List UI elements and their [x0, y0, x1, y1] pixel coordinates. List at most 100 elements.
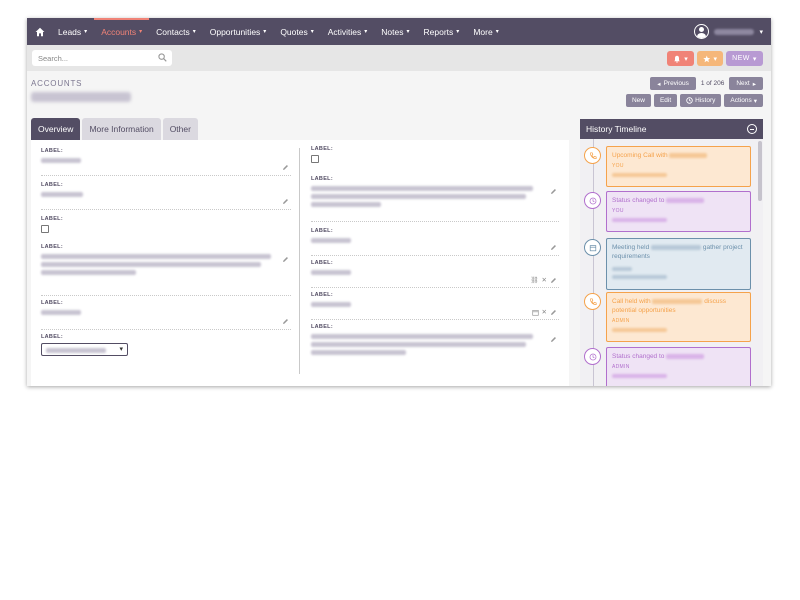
column-divider	[299, 148, 300, 374]
history-timeline: History Timeline Upcoming Call with YOU …	[580, 119, 763, 386]
previous-button[interactable]: ◂ Previous	[650, 77, 696, 90]
field-label: LABEL:	[41, 182, 63, 188]
timeline-item[interactable]: Status changed to ADMIN	[606, 347, 751, 386]
timeline-date-redacted	[612, 374, 667, 378]
clear-icon[interactable]: ✕	[542, 276, 547, 284]
field-value-redacted	[311, 350, 406, 355]
nav-item-activities[interactable]: Activities ▾	[321, 18, 375, 45]
checkbox[interactable]	[41, 225, 49, 233]
pencil-icon[interactable]	[550, 309, 557, 316]
field-row[interactable]: LABEL:	[41, 300, 291, 330]
field-row[interactable]: LABEL:	[41, 148, 291, 176]
timeline-date-redacted	[612, 328, 667, 332]
timeline-item[interactable]: Upcoming Call with YOU	[606, 146, 751, 187]
timeline-user: ADMIN	[612, 364, 630, 370]
field-value-redacted	[41, 270, 136, 275]
actions-dropdown-button[interactable]: Actions ▾	[724, 94, 763, 107]
history-button[interactable]: History	[680, 94, 722, 107]
scrollbar[interactable]	[758, 141, 762, 201]
detail-tabs: Overview More Information Other	[31, 118, 198, 140]
field-row: LABEL:	[41, 216, 291, 242]
edit-button[interactable]: Edit	[653, 94, 678, 107]
calendar-icon[interactable]	[531, 309, 539, 316]
field-row[interactable]: LABEL:	[311, 176, 559, 222]
field-row[interactable]: LABEL:	[41, 244, 291, 296]
nav-item-reports[interactable]: Reports ▾	[417, 18, 467, 45]
field-label: LABEL:	[41, 300, 63, 306]
nav-item-contacts[interactable]: Contacts ▾	[149, 18, 203, 45]
chevron-right-icon: ▸	[752, 80, 756, 88]
search-input[interactable]: Search...	[32, 50, 172, 66]
timeline-item[interactable]: Meeting held gather project requirements	[606, 238, 751, 290]
timeline-date-redacted	[612, 173, 667, 177]
user-menu[interactable]: ▾	[694, 18, 763, 45]
chevron-down-icon: ▾	[310, 29, 314, 35]
redacted-text	[652, 298, 703, 304]
nav-item-notes[interactable]: Notes ▾	[374, 18, 416, 45]
pencil-icon[interactable]	[282, 198, 289, 205]
field-value-redacted	[311, 334, 533, 339]
favorites-button[interactable]: ▾	[697, 51, 723, 66]
dropdown-select[interactable]: ▾	[41, 343, 128, 356]
tab-other[interactable]: Other	[162, 118, 198, 140]
chevron-down-icon: ▾	[713, 55, 717, 63]
notifications-button[interactable]: ▾	[667, 51, 694, 66]
nav-item-opportunities[interactable]: Opportunities ▾	[203, 18, 274, 45]
nav-item-accounts[interactable]: Accounts ▾	[94, 18, 150, 45]
nav-item-quotes[interactable]: Quotes ▾	[273, 18, 320, 45]
nav-item-more[interactable]: More ▾	[466, 18, 505, 45]
pencil-icon[interactable]	[282, 256, 289, 263]
field-row[interactable]: LABEL:	[41, 182, 291, 210]
field-value-redacted	[311, 270, 351, 275]
pencil-icon[interactable]	[550, 336, 557, 343]
create-new-button[interactable]: NEW ▾	[726, 51, 763, 66]
timeline-user: ADMIN	[612, 318, 630, 324]
field-label: LABEL:	[311, 324, 333, 330]
field-controls: ⛓ ✕	[530, 276, 557, 284]
chevron-down-icon: ▾	[364, 29, 368, 35]
pencil-icon[interactable]	[550, 188, 557, 195]
record-count: 1 of 206	[700, 80, 725, 87]
field-controls: ✕	[531, 308, 557, 316]
field-value-redacted	[41, 158, 81, 163]
user-avatar-icon	[694, 24, 710, 39]
tab-overview[interactable]: Overview	[31, 118, 81, 140]
checkbox[interactable]	[311, 155, 319, 163]
timeline-item[interactable]: Call held with discuss potential opportu…	[606, 292, 751, 342]
field-row: LABEL:	[311, 146, 559, 172]
nav-item-leads[interactable]: Leads ▾	[51, 18, 94, 45]
top-navigation: Leads ▾ Accounts ▾ Contacts ▾ Opportunities…	[27, 18, 771, 45]
search-placeholder: Search...	[38, 53, 69, 63]
clear-icon[interactable]: ✕	[542, 308, 547, 316]
pencil-icon[interactable]	[282, 318, 289, 325]
field-label: LABEL:	[41, 334, 63, 340]
bell-icon	[674, 55, 681, 63]
field-row[interactable]: LABEL: ⛓ ✕	[311, 260, 559, 288]
pencil-icon[interactable]	[282, 164, 289, 171]
page-header: ACCOUNTS ◂ Previous 1 of 206 Next ▸ New Ed…	[27, 71, 771, 115]
chevron-down-icon: ▾	[406, 29, 410, 35]
pencil-icon[interactable]	[550, 244, 557, 251]
home-icon[interactable]	[29, 18, 51, 45]
search-icon[interactable]	[158, 53, 167, 62]
phone-icon	[584, 293, 601, 310]
timeline-body[interactable]: Upcoming Call with YOU Status changed to…	[580, 139, 763, 386]
collapse-icon[interactable]	[747, 124, 757, 134]
tab-more-information[interactable]: More Information	[82, 118, 161, 140]
field-row[interactable]: LABEL: ✕	[311, 292, 559, 320]
field-label: LABEL:	[311, 146, 333, 152]
redacted-text	[666, 197, 705, 203]
next-button[interactable]: Next ▸	[729, 77, 763, 90]
link-icon[interactable]: ⛓	[530, 276, 538, 284]
pencil-icon[interactable]	[550, 277, 557, 284]
timeline-user: YOU	[612, 163, 624, 169]
new-record-button[interactable]: New	[625, 94, 651, 107]
chevron-down-icon: ▾	[192, 29, 196, 35]
timeline-date-redacted	[612, 275, 667, 279]
record-pager: ◂ Previous 1 of 206 Next ▸	[650, 77, 763, 90]
field-row[interactable]: LABEL:	[311, 324, 559, 374]
phone-icon	[584, 147, 601, 164]
timeline-item[interactable]: Status changed to YOU	[606, 191, 751, 232]
search-bar-row: Search... ▾ ▾ NEW ▾	[27, 45, 771, 71]
field-row[interactable]: LABEL:	[311, 228, 559, 256]
